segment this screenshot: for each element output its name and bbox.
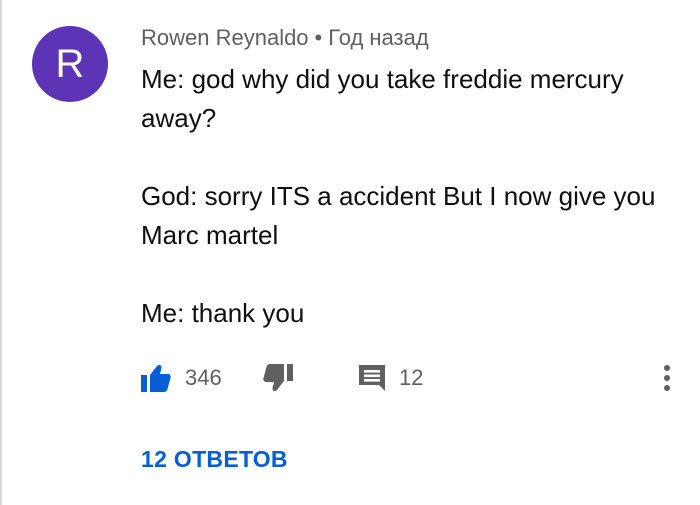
author-name[interactable]: Rowen Reynaldo <box>141 25 309 50</box>
comment-line: Me: god why did you take freddie mercury… <box>141 64 624 133</box>
avatar-letter: R <box>55 42 85 86</box>
like-button[interactable]: 346 <box>141 358 222 398</box>
timestamp[interactable]: Год назад <box>328 25 428 50</box>
like-count: 346 <box>185 365 222 390</box>
comment-text: Me: god why did you take freddie mercury… <box>141 60 681 333</box>
left-border <box>0 0 2 505</box>
comment-actions: 346 12 <box>141 358 681 398</box>
thumbs-down-icon <box>263 364 293 392</box>
reply-count: 12 <box>399 365 424 390</box>
comment-line: God: sorry ITS a accident But I now give… <box>141 181 656 250</box>
comment-line: Me: thank you <box>141 298 305 328</box>
view-replies-link[interactable]: 12 ОТВЕТОВ <box>141 446 288 473</box>
thumbs-up-icon <box>141 364 171 392</box>
avatar[interactable]: R <box>32 26 108 102</box>
dislike-button[interactable] <box>263 358 293 398</box>
more-options-button[interactable] <box>657 360 677 396</box>
comment-icon <box>359 365 385 391</box>
meta-separator: • <box>314 25 323 50</box>
more-vertical-icon <box>664 365 670 371</box>
reply-button[interactable]: 12 <box>359 358 423 398</box>
comment-meta: Rowen Reynaldo • Год назад <box>141 25 429 51</box>
